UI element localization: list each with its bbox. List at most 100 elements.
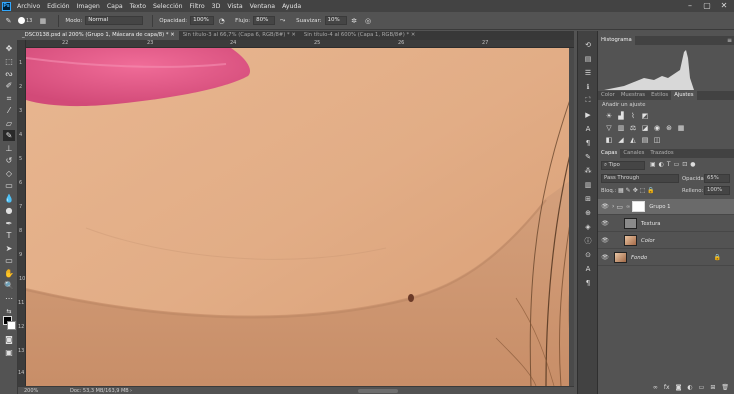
fx-icon[interactable]: fx: [664, 384, 670, 391]
layer-opacity-input[interactable]: 65%: [704, 174, 730, 183]
close-tab-icon[interactable]: ✕: [170, 32, 174, 38]
minimize-icon[interactable]: –: [682, 0, 698, 12]
add-mask-icon[interactable]: ◙: [676, 384, 682, 391]
selective-color-icon[interactable]: ◫: [652, 136, 662, 144]
blur-tool-icon[interactable]: 💧: [3, 193, 15, 204]
blend-mode-select[interactable]: Pass Through: [601, 174, 679, 183]
actions-panel-icon[interactable]: ▶: [582, 109, 594, 120]
navigator-panel-icon[interactable]: ⛶: [582, 95, 594, 106]
vibrance-icon[interactable]: ▽: [604, 124, 614, 132]
menu-archivo[interactable]: Archivo: [17, 3, 40, 10]
tab-muestras[interactable]: Muestras: [618, 91, 648, 100]
layer-comps-icon[interactable]: ▤: [582, 53, 594, 64]
pen-tool-icon[interactable]: ✒: [3, 218, 15, 229]
close-window-icon[interactable]: ✕: [716, 0, 732, 12]
edit-toolbar-icon[interactable]: ⋯: [3, 293, 15, 304]
airbrush-icon[interactable]: ⤳: [278, 16, 287, 25]
move-tool-icon[interactable]: ✥: [3, 43, 15, 54]
expand-chevron-icon[interactable]: ›: [612, 203, 614, 210]
trash-icon[interactable]: 🗑: [721, 384, 729, 391]
type-tool-icon[interactable]: T: [3, 230, 15, 241]
hue-sat-icon[interactable]: ▥: [616, 124, 626, 132]
vertical-scrollbar[interactable]: [569, 48, 574, 386]
menu-capa[interactable]: Capa: [107, 3, 123, 10]
panel-menu-icon[interactable]: ≡: [727, 37, 732, 44]
new-group-icon[interactable]: ▭: [699, 384, 705, 391]
styles-panel-icon[interactable]: ⊙: [582, 249, 594, 260]
history-panel-icon[interactable]: ⟲: [582, 39, 594, 50]
menu-imagen[interactable]: Imagen: [77, 3, 100, 10]
new-layer-icon[interactable]: ⊞: [710, 384, 715, 391]
brushes-panel-icon[interactable]: ✎: [582, 151, 594, 162]
close-tab-icon[interactable]: ✕: [291, 32, 295, 38]
exposure-icon[interactable]: ◩: [640, 112, 650, 120]
hand-tool-icon[interactable]: ✋: [3, 268, 15, 279]
tab-sin-titulo-4[interactable]: Sin título-4 al 600% (Capa 1, RGB/8#) * …: [300, 31, 419, 40]
tool-presets-icon[interactable]: ⊞: [582, 193, 594, 204]
pressure-opacity-icon[interactable]: ◔: [217, 16, 226, 25]
invert-icon[interactable]: ◧: [604, 136, 614, 144]
horizontal-scrollbar[interactable]: [358, 389, 398, 393]
modo-select[interactable]: Normal: [85, 16, 144, 25]
brush-preset-picker[interactable]: 13: [18, 17, 32, 24]
visibility-eye-icon[interactable]: 👁: [600, 203, 610, 210]
brush-tool-icon[interactable]: ✎: [3, 130, 15, 141]
brush-settings-panel-icon[interactable]: ⁂: [582, 165, 594, 176]
gradient-map-icon[interactable]: ▤: [640, 136, 650, 144]
document-canvas[interactable]: [26, 48, 574, 386]
fill-input[interactable]: 100%: [704, 186, 730, 195]
color-balance-icon[interactable]: ⚖: [628, 124, 638, 132]
dodge-tool-icon[interactable]: ●: [3, 205, 15, 216]
photo-filter-icon[interactable]: ◉: [652, 124, 662, 132]
lock-icons[interactable]: ▦✎✥⬚🔒: [618, 187, 657, 194]
paths-panel-icon[interactable]: ◈: [582, 221, 594, 232]
character-panel-icon[interactable]: A: [582, 123, 594, 134]
clone-source-icon[interactable]: ⊕: [582, 207, 594, 218]
tab-color[interactable]: Color: [598, 91, 618, 100]
menu-ventana[interactable]: Ventana: [250, 3, 275, 10]
info2-panel-icon[interactable]: ⓘ: [582, 235, 594, 246]
eyedropper-tool-icon[interactable]: ⁄: [3, 105, 15, 116]
brush-tool-preset-icon[interactable]: ✎: [4, 16, 13, 25]
tab-trazados[interactable]: Trazados: [647, 149, 676, 158]
bw-icon[interactable]: ◪: [640, 124, 650, 132]
quick-select-tool-icon[interactable]: ✐: [3, 80, 15, 91]
paragraph-panel-icon[interactable]: ¶: [582, 137, 594, 148]
visibility-eye-icon[interactable]: 👁: [600, 237, 610, 244]
opacidad-input[interactable]: 100%: [190, 16, 215, 25]
layer-row-color[interactable]: 👁 Color: [598, 233, 734, 249]
shape-tool-icon[interactable]: ▭: [3, 255, 15, 266]
layer-row-textura[interactable]: 👁 Textura: [598, 216, 734, 232]
quick-mask-icon[interactable]: ◙: [3, 334, 15, 345]
marquee-tool-icon[interactable]: ⬚: [3, 56, 15, 67]
tab-histograma[interactable]: Histograma: [598, 36, 635, 45]
info-panel-icon[interactable]: ℹ: [582, 81, 594, 92]
menu-vista[interactable]: Vista: [227, 3, 242, 10]
layer-filter-select[interactable]: ⌕ Tipo: [601, 161, 645, 170]
status-arrow-icon[interactable]: ›: [130, 388, 132, 394]
healing-brush-tool-icon[interactable]: ▱: [3, 118, 15, 129]
tab-capas[interactable]: Capas: [598, 149, 621, 158]
clone-stamp-tool-icon[interactable]: ⊥: [3, 143, 15, 154]
background-color-swatch[interactable]: [7, 321, 16, 330]
color-lookup-icon[interactable]: ▦: [676, 124, 686, 132]
type-panel-icon[interactable]: A: [582, 263, 594, 274]
brightness-icon[interactable]: ☀: [604, 112, 614, 120]
eraser-tool-icon[interactable]: ◇: [3, 168, 15, 179]
menu-texto[interactable]: Texto: [130, 3, 146, 10]
smoothing-gear-icon[interactable]: ✲: [350, 16, 359, 25]
properties-panel-icon[interactable]: ☰: [582, 67, 594, 78]
zoom-level[interactable]: 200%: [24, 388, 38, 394]
tab-dsc0138[interactable]: _DSC0138.psd al 200% (Grupo 1, Máscara d…: [18, 31, 179, 40]
glyphs-panel-icon[interactable]: ¶: [582, 277, 594, 288]
threshold-icon[interactable]: ◭: [628, 136, 638, 144]
tab-estilos[interactable]: Estilos: [648, 91, 671, 100]
libraries-panel-icon[interactable]: ▥: [582, 179, 594, 190]
zoom-tool-icon[interactable]: 🔍: [3, 280, 15, 291]
layer-row-fondo[interactable]: 👁 Fondo 🔒: [598, 250, 734, 266]
link-layers-icon[interactable]: ∞: [653, 384, 658, 391]
screen-mode-icon[interactable]: ▣: [3, 347, 15, 358]
lasso-tool-icon[interactable]: ᔓ: [3, 68, 15, 79]
menu-3d[interactable]: 3D: [212, 3, 221, 10]
suavizar-input[interactable]: 10%: [324, 16, 347, 25]
